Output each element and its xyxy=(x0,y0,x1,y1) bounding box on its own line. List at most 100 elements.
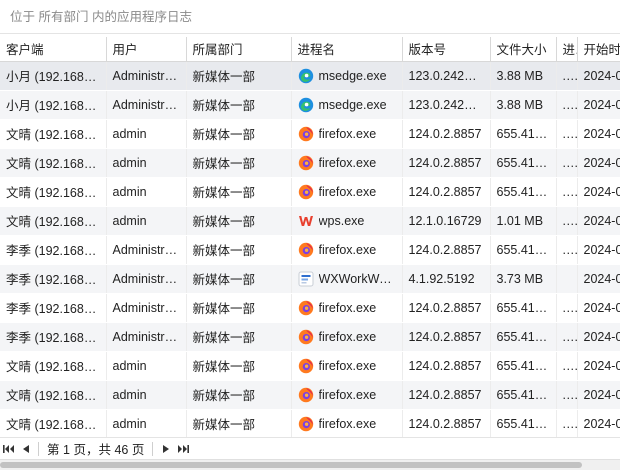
cell-user: Administrator xyxy=(106,264,187,294)
table-row[interactable]: 文晴 (192.168.1.52) admin 新媒体一部 firefox.exe 12… xyxy=(0,380,620,410)
col-header-process[interactable]: 进程名 xyxy=(291,37,403,62)
cell-dept: 新媒体一部 xyxy=(186,206,292,236)
log-search-input[interactable] xyxy=(0,0,620,33)
cell-client: 文晴 (192.168.1.52) xyxy=(0,351,107,381)
process-name: WXWorkWeb.exe xyxy=(318,271,396,286)
table-row[interactable]: 李季 (192.168.1.33) Administrator 新媒体一部 firef… xyxy=(0,235,620,265)
cell-dept: 新媒体一部 xyxy=(186,351,292,381)
first-page-button[interactable] xyxy=(0,440,17,458)
process-cell: msedge.exe xyxy=(298,97,396,113)
cell-dept: 新媒体一部 xyxy=(186,61,292,91)
wxwork-icon xyxy=(298,271,314,287)
cell-user: admin xyxy=(106,148,187,178)
cell-process: firefox.exe xyxy=(291,148,403,178)
prev-page-icon xyxy=(22,444,29,453)
cell-start: 2024-04 xyxy=(577,119,620,149)
cell-user: Administrator xyxy=(106,61,187,91)
cell-pid: ... xyxy=(556,293,578,323)
cell-version: 12.1.0.16729 xyxy=(402,206,491,236)
process-name: firefox.exe xyxy=(318,387,377,402)
page-suffix: 页 xyxy=(131,443,145,457)
cell-pid: ... xyxy=(556,409,578,437)
cell-size: 655.41 KB xyxy=(490,351,557,381)
firefox-icon xyxy=(298,300,314,316)
cell-client: 李季 (192.168.1.33) xyxy=(0,235,107,265)
cell-client: 文晴 (192.168.1.52) xyxy=(0,177,107,207)
col-header-start-time[interactable]: 开始时 xyxy=(577,37,620,62)
process-cell: firefox.exe xyxy=(298,242,396,258)
cell-client: 小月 (192.168.1.64) xyxy=(0,90,107,120)
prev-page-button[interactable] xyxy=(17,440,34,458)
table-row[interactable]: 文晴 (192.168.1.52) admin 新媒体一部 firefox.exe 12… xyxy=(0,351,620,381)
table-row[interactable]: 李季 (192.168.1.33) Administrator 新媒体一部 firef… xyxy=(0,322,620,352)
cell-start: 2024-04 xyxy=(577,206,620,236)
cell-dept: 新媒体一部 xyxy=(186,293,292,323)
process-name: wps.exe xyxy=(318,213,365,228)
cell-start: 2024-04 xyxy=(577,235,620,265)
table-row[interactable]: 文晴 (192.168.1.52) admin 新媒体一部 firefox.exe 12… xyxy=(0,177,620,207)
total-pages: 46 xyxy=(114,443,129,457)
cell-dept: 新媒体一部 xyxy=(186,90,292,120)
cell-pid: ... xyxy=(556,119,578,149)
table-row[interactable]: 文晴 (192.168.1.52) admin 新媒体一部 firefox.exe 12… xyxy=(0,119,620,149)
table-header-row: 客户端 用户 所属部门 进程名 版本号 文件大小 进 开始时 xyxy=(0,37,620,62)
cell-client: 文晴 (192.168.1.52) xyxy=(0,148,107,178)
cell-start: 2024-04 xyxy=(577,409,620,437)
table-row[interactable]: 文晴 (192.168.1.52) admin 新媒体一部 firefox.exe 12… xyxy=(0,409,620,437)
cell-process: firefox.exe xyxy=(291,322,403,352)
table-row[interactable]: 小月 (192.168.1.64) Administrator 新媒体一部 msedg… xyxy=(0,90,620,120)
cell-pid: ... xyxy=(556,351,578,381)
page-info: 第 1 页，共 46 页 xyxy=(43,439,148,458)
cell-pid xyxy=(556,264,578,294)
col-header-user[interactable]: 用户 xyxy=(106,37,187,62)
edge-icon xyxy=(298,68,314,84)
process-cell: firefox.exe xyxy=(298,155,396,171)
pager-divider xyxy=(152,441,154,456)
cell-client: 李季 (192.168.1.33) xyxy=(0,322,107,352)
cell-version: 124.0.2.8857 xyxy=(402,293,491,323)
cell-user: Administrator xyxy=(106,235,187,265)
table-row[interactable]: 文晴 (192.168.1.52) admin 新媒体一部 wps.exe 12.1.0… xyxy=(0,206,620,236)
cell-pid: ... xyxy=(556,148,578,178)
col-header-pid[interactable]: 进 xyxy=(556,37,578,62)
cell-size: 655.41 KB xyxy=(490,293,557,323)
firefox-icon xyxy=(298,126,314,142)
col-header-version[interactable]: 版本号 xyxy=(402,37,491,62)
process-cell: firefox.exe xyxy=(298,329,396,345)
wps-icon xyxy=(298,213,314,229)
cell-pid: ... xyxy=(556,380,578,410)
cell-dept: 新媒体一部 xyxy=(186,177,292,207)
current-page[interactable]: 1 xyxy=(63,443,70,457)
horizontal-scrollbar[interactable] xyxy=(0,459,620,470)
edge-icon xyxy=(298,97,314,113)
last-page-icon xyxy=(177,444,189,453)
col-header-dept[interactable]: 所属部门 xyxy=(186,37,292,62)
firefox-icon xyxy=(298,329,314,345)
cell-size: 1.01 MB xyxy=(490,206,557,236)
table-row[interactable]: 李季 (192.168.1.33) Administrator 新媒体一部 firef… xyxy=(0,293,620,323)
table-row[interactable]: 小月 (192.168.1.64) Administrator 新媒体一部 msedg… xyxy=(0,61,620,91)
col-header-size[interactable]: 文件大小 xyxy=(490,37,557,62)
cell-size: 655.41 KB xyxy=(490,409,557,437)
process-name: firefox.exe xyxy=(318,416,377,431)
cell-pid: ... xyxy=(556,61,578,91)
last-page-button[interactable] xyxy=(174,440,191,458)
col-header-client[interactable]: 客户端 xyxy=(0,37,107,62)
cell-version: 124.0.2.8857 xyxy=(402,322,491,352)
cell-dept: 新媒体一部 xyxy=(186,148,292,178)
app-log-table: 客户端 用户 所属部门 进程名 版本号 文件大小 进 开始时 小月 (192.1… xyxy=(0,37,620,437)
cell-user: admin xyxy=(106,177,187,207)
cell-start: 2024-04 xyxy=(577,293,620,323)
cell-dept: 新媒体一部 xyxy=(186,322,292,352)
cell-dept: 新媒体一部 xyxy=(186,380,292,410)
cell-user: admin xyxy=(106,380,187,410)
table-row[interactable]: 文晴 (192.168.1.52) admin 新媒体一部 firefox.exe 12… xyxy=(0,148,620,178)
table-row[interactable]: 李季 (192.168.1.33) Administrator 新媒体一部 WXWor… xyxy=(0,264,620,294)
cell-user: admin xyxy=(106,351,187,381)
cell-start: 2024-04 xyxy=(577,264,620,294)
cell-process: firefox.exe xyxy=(291,119,403,149)
horizontal-scrollbar-thumb[interactable] xyxy=(0,462,582,468)
cell-pid: ... xyxy=(556,235,578,265)
next-page-button[interactable] xyxy=(157,440,174,458)
cell-client: 文晴 (192.168.1.52) xyxy=(0,409,107,437)
